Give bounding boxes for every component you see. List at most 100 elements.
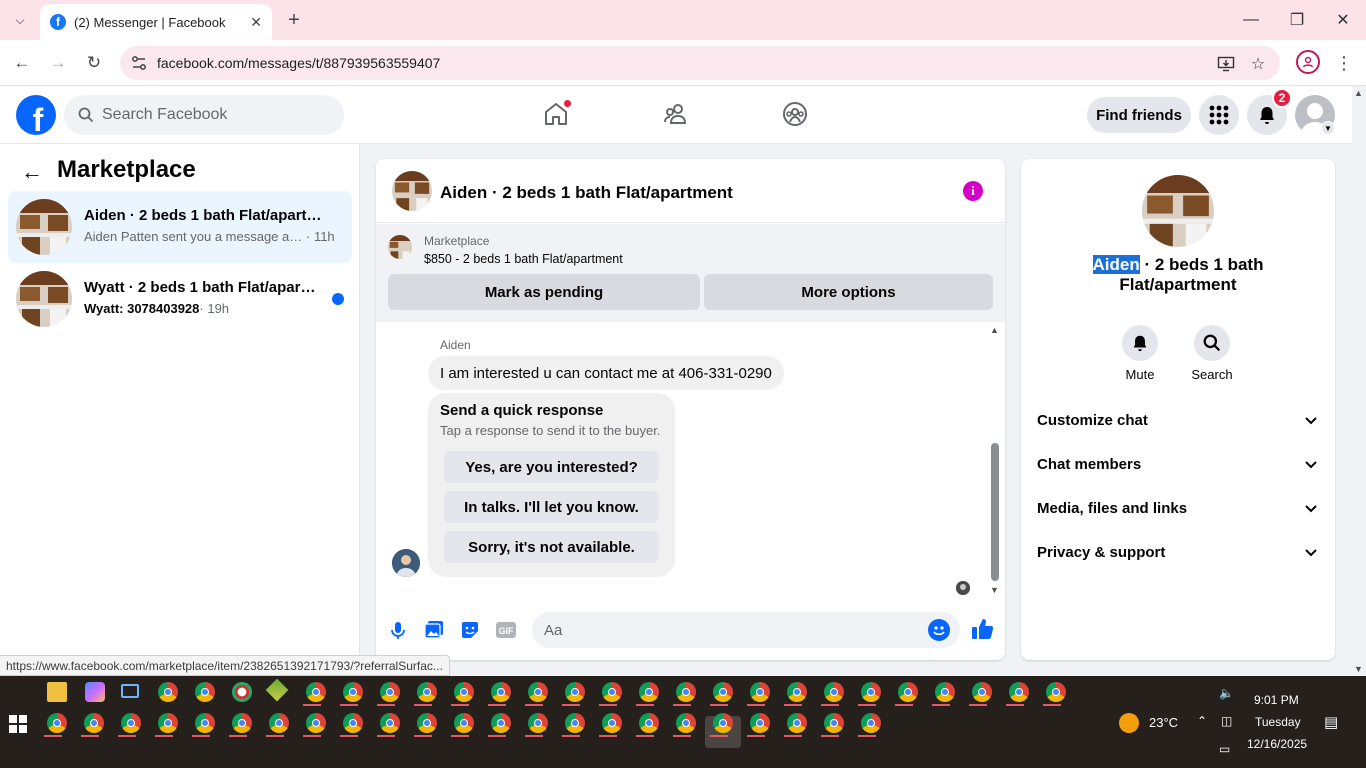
emoji-icon[interactable] (928, 619, 950, 641)
chrome-taskbar-icon[interactable] (232, 713, 252, 733)
chrome-taskbar-icon[interactable] (972, 682, 992, 702)
chrome-taskbar-icon[interactable] (639, 682, 659, 702)
more-options-button[interactable]: More options (704, 274, 993, 310)
microphone-icon[interactable] (386, 618, 410, 642)
chrome-taskbar-icon[interactable] (195, 713, 215, 733)
chrome-taskbar-icon[interactable] (417, 713, 437, 733)
chrome-taskbar-icon[interactable] (861, 682, 881, 702)
scroll-up-arrow-icon[interactable]: ▲ (1354, 88, 1363, 98)
facebook-logo-icon[interactable]: f (16, 95, 56, 135)
chrome-taskbar-icon[interactable] (343, 682, 363, 702)
chat-avatar[interactable] (392, 171, 432, 211)
page-scrollbar[interactable]: ▲ ▼ (1352, 86, 1366, 676)
network-icon[interactable]: ◫ (1221, 714, 1232, 728)
chrome-taskbar-icon[interactable] (861, 713, 881, 733)
sticker-icon[interactable] (458, 618, 482, 642)
windows-start-icon[interactable] (8, 714, 28, 734)
chrome-taskbar-icon[interactable] (1046, 682, 1066, 702)
chrome-taskbar-icon[interactable] (676, 682, 696, 702)
chrome-taskbar-icon[interactable] (713, 713, 733, 733)
close-tab-icon[interactable]: ✕ (250, 14, 262, 31)
scroll-down-arrow-icon[interactable]: ▼ (1354, 664, 1363, 674)
chrome-taskbar-icon[interactable] (195, 682, 215, 702)
listing-price-title[interactable]: $850 - 2 beds 1 bath Flat/apartment (424, 252, 623, 266)
chrome-taskbar-icon[interactable] (84, 713, 104, 733)
volume-icon[interactable]: 🔈 (1219, 686, 1234, 700)
friends-icon[interactable] (662, 100, 690, 128)
chrome-taskbar-icon[interactable] (47, 713, 67, 733)
paint-app-icon[interactable] (232, 682, 252, 702)
app-icon[interactable] (265, 678, 289, 702)
chrome-taskbar-icon[interactable] (417, 682, 437, 702)
mute-button[interactable]: Mute (1110, 325, 1170, 382)
show-hidden-icons-chevron-icon[interactable]: ⌃ (1197, 714, 1207, 728)
clock-time[interactable]: 9:01 PM (1254, 693, 1299, 707)
chrome-taskbar-icon[interactable] (528, 682, 548, 702)
scroll-up-arrow-icon[interactable]: ▲ (990, 325, 999, 335)
customize-chat-row[interactable]: Customize chat (1021, 399, 1335, 443)
account-caret-icon[interactable]: ▼ (1321, 121, 1335, 135)
quick-response-in-talks[interactable]: In talks. I'll let you know. (444, 491, 659, 523)
chrome-profile-icon[interactable] (1296, 50, 1320, 74)
site-settings-icon[interactable] (130, 54, 148, 72)
forward-icon[interactable]: → (46, 51, 70, 75)
message-input[interactable]: Aa (532, 612, 960, 648)
chat-scrollbar[interactable]: ▲ ▼ (988, 325, 1002, 595)
chrome-taskbar-icon[interactable] (1009, 682, 1029, 702)
chrome-taskbar-icon[interactable] (824, 713, 844, 733)
chrome-taskbar-icon[interactable] (380, 713, 400, 733)
chrome-taskbar-icon[interactable] (158, 682, 178, 702)
file-explorer-icon[interactable] (47, 682, 67, 702)
chrome-taskbar-icon[interactable] (121, 713, 141, 733)
notification-center-icon[interactable]: ▤ (1324, 713, 1338, 731)
chrome-taskbar-icon[interactable] (602, 682, 622, 702)
photo-icon[interactable] (422, 618, 446, 642)
quick-response-not-available[interactable]: Sorry, it's not available. (444, 531, 659, 563)
temperature[interactable]: 23°C (1149, 715, 1178, 730)
mark-as-pending-button[interactable]: Mark as pending (388, 274, 700, 310)
menu-grid-icon[interactable] (1199, 95, 1239, 135)
thumbs-up-icon[interactable] (970, 616, 996, 642)
bookmark-star-icon[interactable]: ☆ (1248, 54, 1268, 74)
tab-search-chevron-icon[interactable]: ⌵ (8, 8, 32, 32)
clock-date[interactable]: 12/16/2025 (1247, 737, 1307, 751)
conversation-item-aiden[interactable]: Aiden · 2 beds 1 bath Flat/apartment Aid… (8, 191, 352, 263)
chrome-taskbar-icon[interactable] (158, 713, 178, 733)
chrome-taskbar-icon[interactable] (639, 713, 659, 733)
details-avatar[interactable] (1142, 175, 1214, 247)
sender-avatar[interactable] (392, 549, 420, 577)
chat-title[interactable]: Aiden · 2 beds 1 bath Flat/apartment (440, 183, 733, 203)
chrome-taskbar-icon[interactable] (750, 713, 770, 733)
scrollbar-thumb[interactable] (991, 443, 999, 581)
chrome-taskbar-icon[interactable] (528, 713, 548, 733)
privacy-support-row[interactable]: Privacy & support (1021, 531, 1335, 575)
clock-day[interactable]: Tuesday (1255, 715, 1301, 729)
listing-thumbnail[interactable] (388, 235, 412, 259)
browser-tab[interactable]: f (2) Messenger | Facebook ✕ (40, 4, 272, 40)
chrome-taskbar-icon[interactable] (269, 713, 289, 733)
new-tab-icon[interactable]: + (282, 8, 306, 32)
chrome-taskbar-icon[interactable] (380, 682, 400, 702)
chrome-taskbar-icon[interactable] (491, 682, 511, 702)
scroll-down-arrow-icon[interactable]: ▼ (990, 585, 999, 595)
chrome-taskbar-icon[interactable] (454, 713, 474, 733)
back-icon[interactable]: ← (10, 51, 34, 75)
find-friends-button[interactable]: Find friends (1087, 97, 1191, 133)
chrome-taskbar-icon[interactable] (454, 682, 474, 702)
groups-icon[interactable] (781, 100, 809, 128)
back-arrow-icon[interactable]: ← (20, 159, 44, 184)
conversation-item-wyatt[interactable]: Wyatt · 2 beds 1 bath Flat/apartment Wya… (8, 263, 352, 335)
minimize-icon[interactable]: — (1239, 8, 1263, 32)
chrome-taskbar-icon[interactable] (491, 713, 511, 733)
chrome-taskbar-icon[interactable] (602, 713, 622, 733)
chrome-taskbar-icon[interactable] (787, 713, 807, 733)
chrome-taskbar-icon[interactable] (898, 682, 918, 702)
search-conversation-button[interactable]: Search (1182, 325, 1242, 382)
keyboard-icon[interactable] (121, 684, 139, 698)
browser-menu-icon[interactable]: ⋮ (1335, 50, 1353, 76)
display-icon[interactable]: ▭ (1219, 742, 1230, 756)
chrome-taskbar-icon[interactable] (787, 682, 807, 702)
install-app-icon[interactable] (1216, 54, 1236, 74)
chrome-taskbar-icon[interactable] (713, 682, 733, 702)
close-window-icon[interactable]: ✕ (1331, 8, 1355, 32)
